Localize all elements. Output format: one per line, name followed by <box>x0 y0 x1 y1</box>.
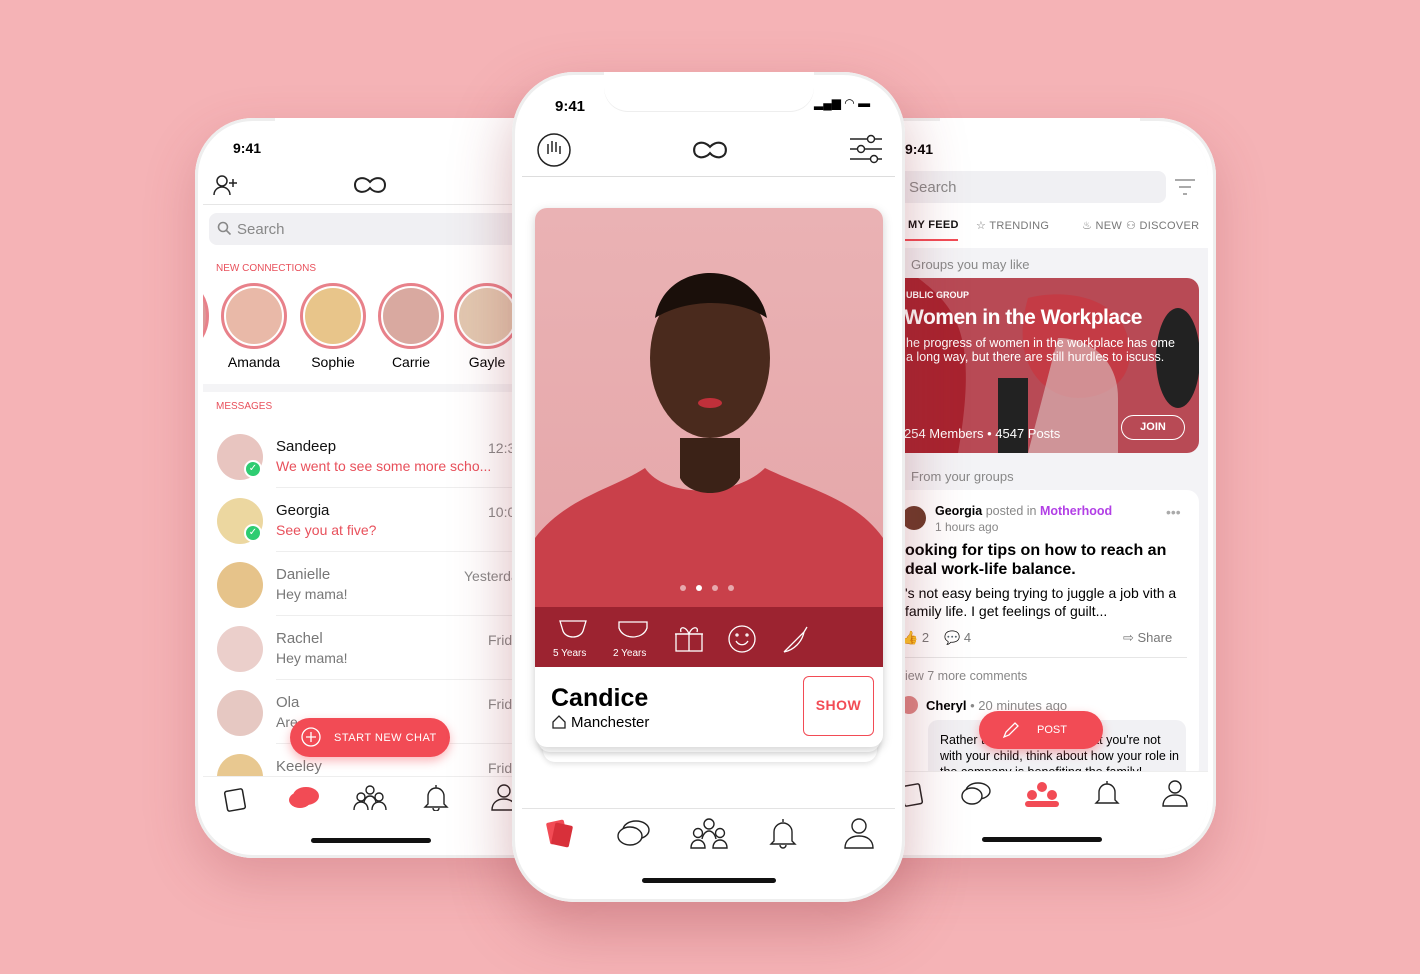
photo-page-dot[interactable] <box>728 585 734 591</box>
search-input[interactable]: Search <box>890 171 1166 203</box>
post-title: ooking for tips on how to reach an deal … <box>905 542 1167 578</box>
logo-icon <box>692 140 728 160</box>
new-connections-label: NEW CONNECTIONS <box>216 263 316 274</box>
phone-profile: 9:41 ▂▄▆ ◠ ▬ 5 Years 2 Years Candice Manc… <box>512 72 905 902</box>
home-icon <box>552 715 566 729</box>
online-check-icon: ✓ <box>244 524 262 542</box>
connection-avatar[interactable] <box>454 283 520 349</box>
tab-notifications-icon[interactable] <box>423 783 449 811</box>
tab-notifications-icon[interactable] <box>1094 779 1120 807</box>
profile-location: Manchester <box>571 714 650 731</box>
messages-label: MESSAGES <box>216 401 273 412</box>
online-check-icon: ✓ <box>244 460 262 478</box>
view-more-comments[interactable]: iew 7 more comments <box>905 669 1027 683</box>
post-body: 's not easy being trying to juggle a job… <box>905 585 1177 619</box>
tab-my-feed[interactable]: MY FEED <box>908 219 959 231</box>
chili-icon <box>780 624 810 654</box>
group-link[interactable]: Motherhood <box>1040 504 1112 518</box>
connection-avatar[interactable] <box>378 283 444 349</box>
post-button[interactable]: POST <box>979 711 1103 749</box>
profile-card[interactable]: 5 Years 2 Years Candice Manchester SHOW <box>535 208 883 747</box>
tab-cards-icon[interactable] <box>542 819 576 849</box>
connection-avatar[interactable] <box>300 283 366 349</box>
add-user-icon[interactable] <box>213 174 239 196</box>
avatar <box>902 506 926 530</box>
profile-photo[interactable] <box>535 208 883 667</box>
tab-chat-icon[interactable] <box>960 781 992 807</box>
filter-sliders-icon[interactable] <box>849 134 883 164</box>
smile-icon <box>727 624 757 654</box>
tab-chat-icon[interactable] <box>288 786 320 810</box>
photo-page-dot[interactable] <box>696 585 702 591</box>
bib-icon <box>557 618 589 644</box>
tab-new[interactable]: ♨ NEW <box>1082 219 1122 232</box>
filter-icon[interactable] <box>1174 178 1196 196</box>
avatar-partial[interactable] <box>203 283 209 349</box>
share-button[interactable]: ⇨ Share <box>1123 630 1172 646</box>
connection-name: Amanda <box>227 354 281 370</box>
search-icon <box>217 221 231 235</box>
status-time: 9:41 <box>233 140 262 156</box>
comment-count[interactable]: 💬 4 <box>944 630 971 646</box>
like-count[interactable]: 👍 2 <box>902 630 929 646</box>
connection-name: Carrie <box>391 354 431 370</box>
gift-icon <box>674 624 704 652</box>
logo-icon <box>353 176 387 194</box>
tab-groups-icon[interactable] <box>1025 781 1059 807</box>
tab-chat-icon[interactable] <box>616 819 652 849</box>
profile-screen: 9:41 ▂▄▆ ◠ ▬ 5 Years 2 Years Candice Manc… <box>522 82 895 892</box>
diaper-icon <box>617 618 649 644</box>
status-icons: ▂▄▆ ◠ ▬ <box>814 96 871 110</box>
tab-profile-icon[interactable] <box>1162 779 1188 807</box>
photo-page-dot[interactable] <box>680 585 686 591</box>
tab-groups-icon[interactable] <box>690 817 728 849</box>
tab-profile-icon[interactable] <box>844 817 874 849</box>
start-new-chat-button[interactable]: START NEW CHAT <box>290 718 450 757</box>
plus-circle-icon <box>301 727 321 747</box>
join-button[interactable]: JOIN <box>1121 415 1185 440</box>
wave-hand-icon[interactable] <box>536 132 572 168</box>
group-card[interactable]: UBLIC GROUP Women in the Workplace he pr… <box>878 278 1199 453</box>
tab-notifications-icon[interactable] <box>768 817 798 849</box>
avatar <box>217 690 263 736</box>
avatar <box>217 562 263 608</box>
connection-name: Sophie <box>311 354 355 370</box>
pencil-icon <box>1001 721 1021 739</box>
tab-trending[interactable]: ☆ TRENDING <box>976 219 1049 232</box>
tab-cards-icon[interactable] <box>223 786 251 812</box>
avatar <box>217 626 263 672</box>
tab-groups-icon[interactable] <box>353 783 387 811</box>
photo-page-dot[interactable] <box>712 585 718 591</box>
show-button[interactable]: SHOW <box>803 676 874 736</box>
tab-discover[interactable]: ⚇ DISCOVER <box>1126 219 1199 232</box>
connection-avatar[interactable] <box>221 283 287 349</box>
more-icon[interactable]: ••• <box>1166 504 1181 520</box>
profile-name: Candice <box>551 684 649 712</box>
